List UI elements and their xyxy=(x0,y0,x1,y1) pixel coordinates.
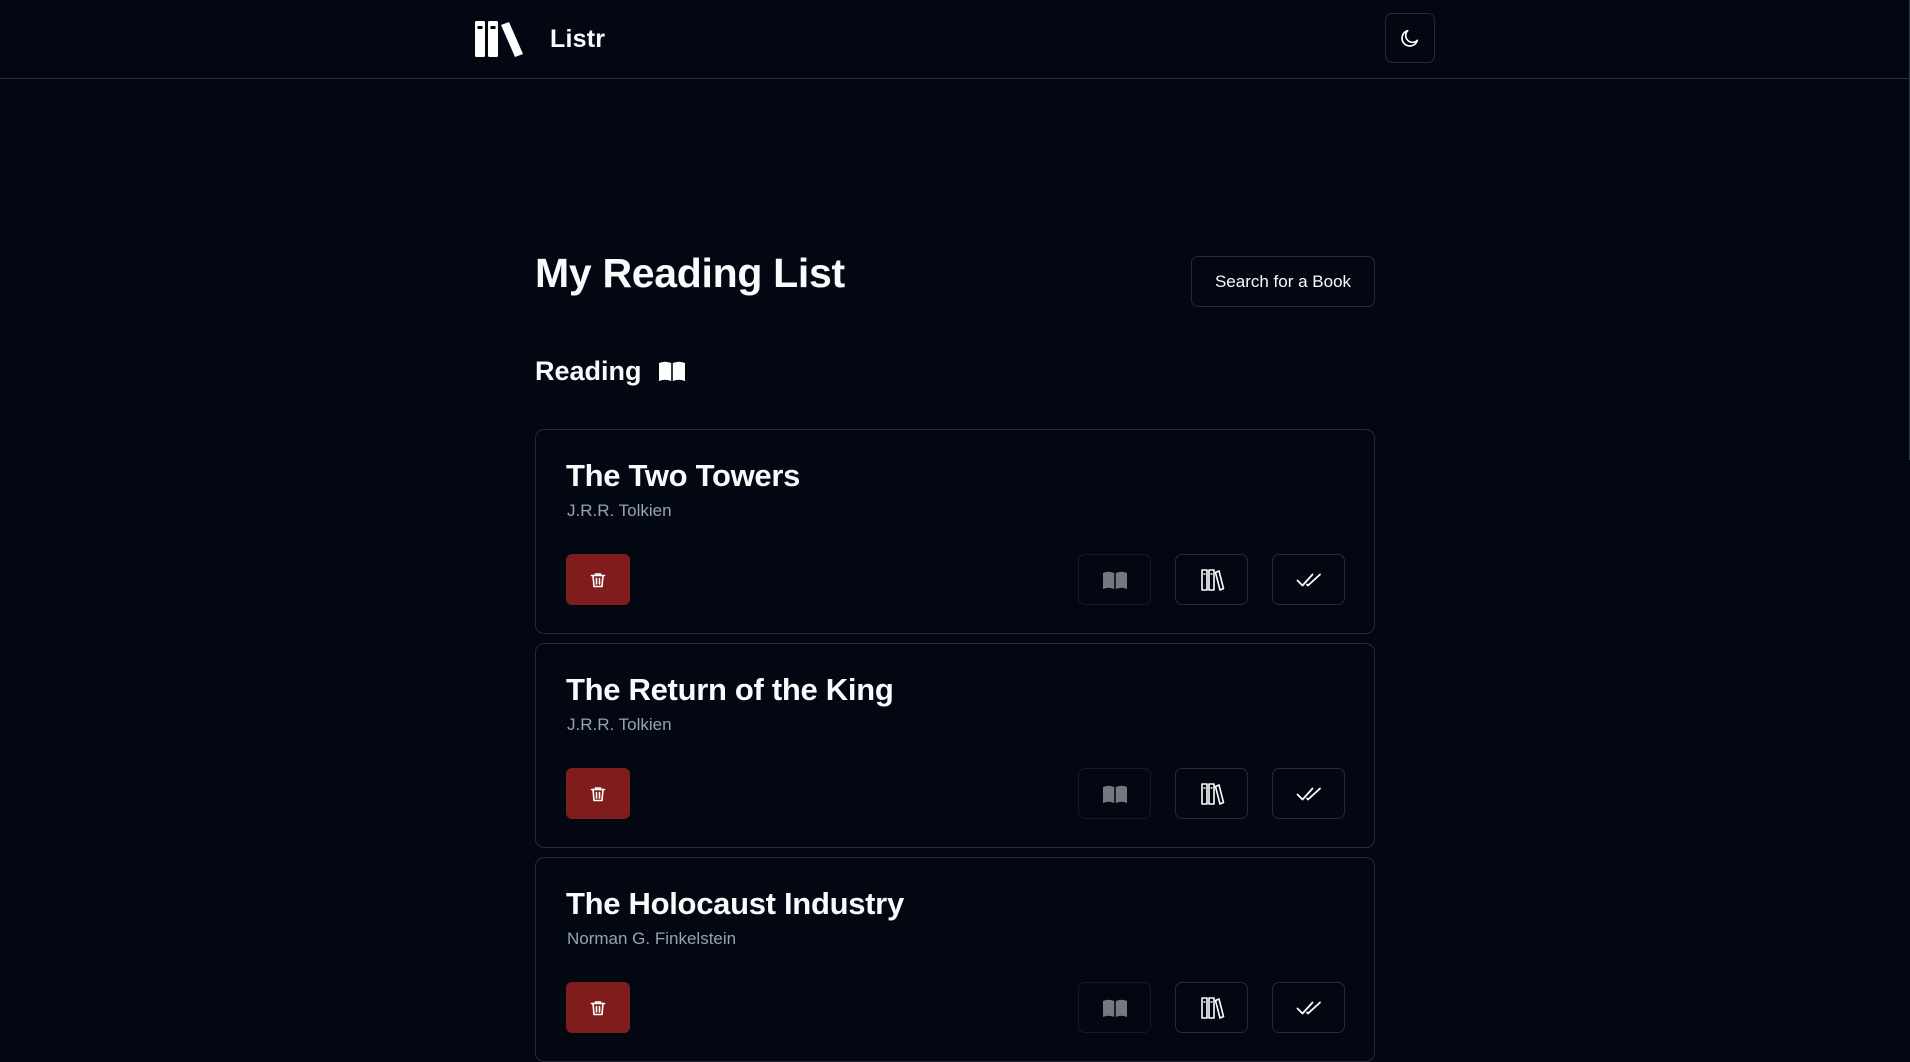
mark-finished-button[interactable] xyxy=(1272,768,1345,819)
bookshelf-icon xyxy=(1200,568,1224,591)
book-title: The Return of the King xyxy=(566,672,894,707)
delete-book-button[interactable] xyxy=(566,768,630,819)
mark-reading-button[interactable] xyxy=(1078,982,1151,1033)
book-author: J.R.R. Tolkien xyxy=(567,501,672,520)
move-to-shelf-button[interactable] xyxy=(1175,768,1248,819)
open-book-icon xyxy=(658,361,685,381)
mark-reading-button[interactable] xyxy=(1078,554,1151,605)
book-author: J.R.R. Tolkien xyxy=(567,715,672,734)
brand[interactable]: Listr xyxy=(474,19,605,59)
double-check-icon xyxy=(1296,1001,1321,1014)
trash-icon xyxy=(590,572,606,587)
trash-icon xyxy=(590,1000,606,1015)
open-book-icon xyxy=(1102,571,1127,589)
search-book-button[interactable]: Search for a Book xyxy=(1191,256,1375,307)
trash-icon xyxy=(590,786,606,801)
delete-book-button[interactable] xyxy=(566,554,630,605)
book-card: The Two Towers J.R.R. Tolkien xyxy=(535,429,1375,634)
page-title: My Reading List xyxy=(535,250,845,296)
books-icon xyxy=(475,21,523,57)
moon-icon xyxy=(1401,29,1419,47)
book-author: Norman G. Finkelstein xyxy=(567,929,737,948)
section-header-reading: Reading xyxy=(535,354,686,388)
book-title: The Two Towers xyxy=(566,458,801,493)
section-title: Reading xyxy=(535,355,642,386)
book-card: The Holocaust Industry Norman G. Finkels… xyxy=(535,857,1375,1062)
bookshelf-icon xyxy=(1200,782,1224,805)
bookshelf-icon xyxy=(1200,996,1224,1019)
mark-finished-button[interactable] xyxy=(1272,982,1345,1033)
book-card: The Return of the King J.R.R. Tolkien xyxy=(535,643,1375,848)
move-to-shelf-button[interactable] xyxy=(1175,554,1248,605)
open-book-icon xyxy=(1102,785,1127,803)
mark-reading-button[interactable] xyxy=(1078,768,1151,819)
top-navbar: Listr xyxy=(0,0,1910,79)
double-check-icon xyxy=(1296,787,1321,800)
open-book-icon xyxy=(1102,999,1127,1017)
book-title: The Holocaust Industry xyxy=(566,886,904,921)
mark-finished-button[interactable] xyxy=(1272,554,1345,605)
app-name: Listr xyxy=(550,24,606,53)
move-to-shelf-button[interactable] xyxy=(1175,982,1248,1033)
double-check-icon xyxy=(1296,573,1321,586)
delete-book-button[interactable] xyxy=(566,982,630,1033)
theme-toggle-button[interactable] xyxy=(1385,13,1435,63)
